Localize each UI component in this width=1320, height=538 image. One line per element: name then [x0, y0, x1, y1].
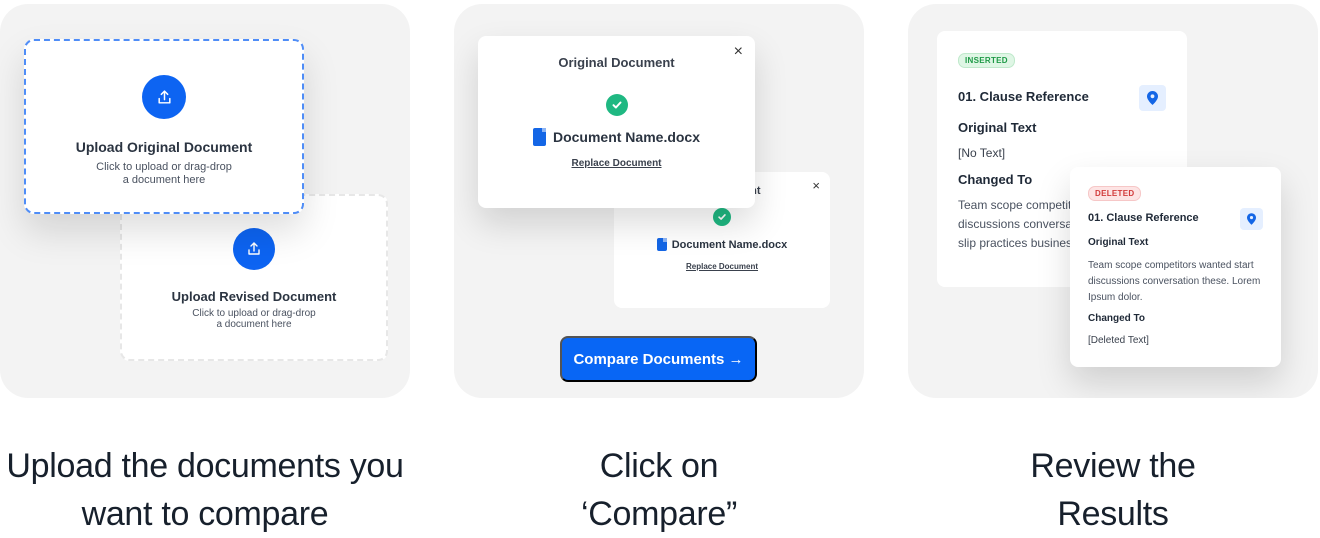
upload-original-hint-line-2: a document here	[122, 174, 206, 186]
replace-original-document-link[interactable]: Replace Document	[478, 158, 755, 169]
location-pin-icon	[1147, 91, 1158, 105]
inserted-badge: INSERTED	[958, 53, 1015, 68]
upload-revised-button[interactable]	[233, 228, 275, 270]
upload-icon	[248, 242, 260, 255]
step-2-caption-line-2: ‘Compare”	[580, 495, 737, 533]
upload-original-dropzone[interactable]: Upload Original Document Click to upload…	[24, 39, 304, 214]
step-1-caption-line-2: want to compare	[81, 495, 329, 533]
step-2-caption-line-1: Click on	[599, 447, 719, 485]
check-icon	[605, 94, 628, 116]
upload-revised-hint-line-2: a document here	[216, 319, 292, 330]
original-file-name: Document Name.docx	[552, 129, 701, 145]
compare-step-panel: ent × Document Name.docx Replace Documen…	[454, 4, 864, 398]
upload-revised-hint-line-1: Click to upload or drag-drop	[192, 308, 316, 319]
upload-original-hint: Click to upload or drag-drop a document …	[26, 161, 302, 187]
inserted-original-value: [No Text]	[958, 146, 1006, 160]
deleted-change-card: DELETED 01. Clause Reference Original Te…	[1070, 167, 1281, 367]
replace-revised-document-link[interactable]: Replace Document	[614, 262, 830, 271]
deleted-original-value: Team scope competitors wanted start disc…	[1088, 260, 1261, 303]
docx-file-icon	[656, 238, 667, 251]
results-step-panel: INSERTED 01. Clause Reference Original T…	[908, 4, 1318, 398]
location-pin-button[interactable]	[1240, 208, 1263, 230]
check-icon	[713, 208, 731, 226]
inserted-original-label: Original Text	[958, 120, 1037, 135]
deleted-clause-reference: 01. Clause Reference	[1088, 212, 1199, 224]
step-3-caption-line-1: Review the	[1030, 447, 1196, 485]
docx-file-icon	[532, 128, 546, 146]
step-1-caption: Upload the documents you want to compare	[0, 442, 410, 538]
location-pin-icon	[1247, 213, 1256, 225]
deleted-original-label: Original Text	[1088, 237, 1149, 248]
compare-documents-button[interactable]: Compare Documents →	[560, 336, 757, 382]
upload-original-hint-line-1: Click to upload or drag-drop	[96, 161, 232, 173]
step-2-caption: Click on ‘Compare”	[454, 442, 864, 538]
upload-original-title: Upload Original Document	[75, 139, 253, 155]
upload-revised-hint: Click to upload or drag-drop a document …	[122, 308, 386, 330]
upload-revised-title: Upload Revised Document	[171, 289, 337, 304]
step-3-caption: Review the Results	[908, 442, 1318, 538]
original-file-row: Document Name.docx	[478, 128, 755, 146]
deleted-changed-value: [Deleted Text]	[1088, 335, 1149, 346]
deleted-badge: DELETED	[1088, 186, 1142, 201]
inserted-clause-reference: 01. Clause Reference	[958, 89, 1089, 104]
upload-step-panel: Upload Revised Document Click to upload …	[0, 4, 410, 398]
close-icon[interactable]: ×	[812, 178, 820, 194]
revised-file-name: Document Name.docx	[671, 238, 788, 251]
step-1-caption-line-1: Upload the documents you	[6, 447, 404, 485]
upload-original-button[interactable]	[142, 75, 186, 119]
location-pin-button[interactable]	[1139, 85, 1166, 111]
close-icon[interactable]: ×	[734, 44, 743, 60]
upload-revised-dropzone[interactable]: Upload Revised Document Click to upload …	[120, 194, 388, 361]
revised-file-row: Document Name.docx	[614, 238, 830, 251]
step-3-caption-line-2: Results	[1057, 495, 1169, 533]
original-document-card: Original Document × Document Name.docx R…	[478, 36, 755, 208]
deleted-changed-label: Changed To	[1088, 313, 1146, 324]
upload-icon	[157, 89, 171, 104]
original-document-card-title: Original Document	[558, 55, 675, 70]
inserted-changed-label: Changed To	[958, 172, 1033, 187]
